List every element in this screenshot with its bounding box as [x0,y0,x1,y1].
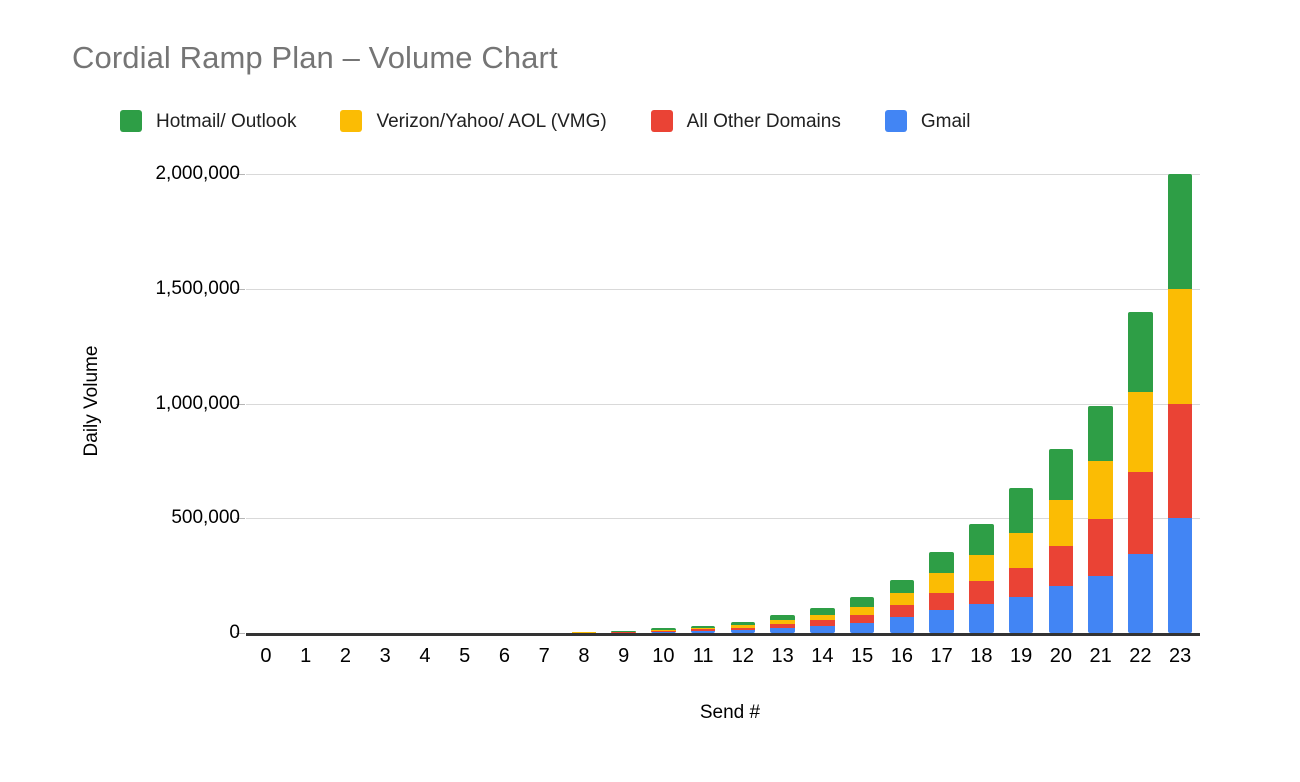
x-axis-tick-label: 15 [851,645,874,667]
x-axis-tick-label: 3 [379,645,391,667]
volume-chart: Cordial Ramp Plan – Volume Chart Hotmail… [0,0,1300,782]
y-axis-tick-label: 500,000 [171,507,240,529]
x-axis-tick-label: 11 [692,645,714,667]
x-axis-tick-label: 17 [930,645,953,667]
x-axis-tick-label: 9 [618,645,630,667]
x-axis-tick-label: 20 [1049,645,1072,667]
x-axis-tick-label: 13 [771,645,794,667]
x-axis-tick-label: 7 [538,645,550,667]
x-axis-tick-label: 21 [1089,645,1112,667]
x-axis-tick-label: 5 [459,645,471,667]
x-axis-tick-label: 8 [578,645,590,667]
x-axis-tick-label: 19 [1010,645,1033,667]
plot-area: 0 500,000 1,000,000 1,500,000 2,000,000 0123… [0,0,1300,782]
x-axis-tick-label: 16 [890,645,913,667]
x-axis-title: Send # [699,702,761,723]
x-axis-tick-label: 0 [260,645,272,667]
y-axis-title: Daily Volume [81,345,102,457]
y-axis-tick-label: 0 [229,622,240,643]
x-axis-tick-label: 6 [498,645,510,667]
y-axis-tick-label: 2,000,000 [155,163,240,184]
x-axis-tick-label: 12 [731,645,754,667]
x-axis-tick-label: 14 [811,645,834,667]
x-axis-tick-labels: 0 1 2 3 4 5 6 7 8 9 10 11 12 13 14 15 16 17 18 19 20 21 22 23 [246,0,1200,782]
x-axis-tick-label: 18 [970,645,993,667]
x-axis-tick-label: 1 [300,645,312,667]
x-axis-tick-label: 22 [1129,645,1152,667]
x-axis-tick-label: 2 [339,645,351,667]
y-axis-tick-label: 1,000,000 [155,392,240,414]
y-axis-tick-label: 1,500,000 [155,277,240,299]
x-axis-tick-label: 10 [652,645,675,667]
x-axis-tick-label: 4 [419,645,431,667]
x-axis-tick-label: 23 [1169,645,1192,667]
